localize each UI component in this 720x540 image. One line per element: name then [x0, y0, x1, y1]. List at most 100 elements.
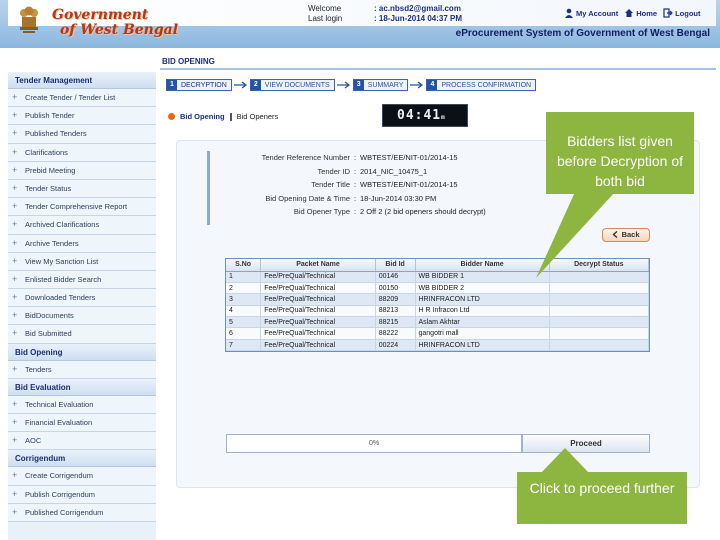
- table-row: 2 Fee/PreQual/Technical 00150 WB BIDDER 2: [226, 282, 649, 295]
- plus-icon: +: [12, 146, 18, 157]
- logo-text[interactable]: Government of West Bengal: [52, 8, 178, 38]
- logout-link[interactable]: Logout: [663, 8, 700, 18]
- welcome-label: Welcome: [308, 4, 342, 13]
- table-cell: 00146: [375, 271, 416, 283]
- proceed-button[interactable]: Proceed: [522, 434, 650, 453]
- sidebar-item[interactable]: + Financial Evaluation: [8, 414, 156, 433]
- sidebar-item[interactable]: + AOC: [8, 432, 156, 451]
- top-links: My Account Home Logout: [564, 8, 700, 18]
- sidebar-item-label: Downloaded Tenders: [25, 293, 96, 303]
- breadcrumb-separator: [229, 112, 232, 121]
- breadcrumb-next[interactable]: Bid Openers: [237, 112, 279, 121]
- table-cell: [549, 316, 649, 329]
- countdown-timer: 04:41m: [382, 104, 468, 127]
- info-row: Tender Title: WBTEST/EE/NIT-01/2014-15: [210, 178, 544, 192]
- plus-icon: +: [12, 470, 18, 481]
- table-cell: gangotri mall: [415, 327, 550, 340]
- info-label: Bid Opening Date & Time: [265, 193, 350, 203]
- home-link[interactable]: Home: [624, 8, 657, 18]
- table-row: 6 Fee/PreQual/Technical 88222 gangotri mall: [226, 327, 649, 340]
- table-cell: 88209: [375, 293, 416, 306]
- sidebar-item-label: Published Corrigendum: [25, 507, 104, 517]
- table-cell: HRINFRACON LTD: [415, 293, 550, 306]
- table-cell: 2: [226, 282, 262, 295]
- sidebar-item-label: Enlisted Bidder Search: [25, 274, 102, 284]
- info-label: Bid Opener Type: [293, 207, 350, 216]
- column-header: Bidder Name: [415, 259, 550, 272]
- sidebar-item[interactable]: + Archived Clarifications: [8, 216, 156, 235]
- step-label: VIEW DOCUMENTS: [264, 81, 330, 89]
- table-cell: [549, 271, 649, 283]
- table-body: 1 Fee/PreQual/Technical 00146 WB BIDDER 12F…: [226, 271, 649, 351]
- sidebar-item-label: Tenders: [25, 364, 52, 374]
- sidebar-item[interactable]: + Enlisted Bidder Search: [8, 270, 156, 290]
- callout-proceed-note: Click to proceed further: [517, 472, 687, 524]
- wizard-step[interactable]: 2 VIEW DOCUMENTS: [249, 79, 335, 91]
- last-login-label: Last login: [308, 14, 343, 23]
- step-number: 4: [427, 80, 438, 90]
- plus-icon: +: [12, 219, 18, 230]
- sidebar-item[interactable]: + Tender Status: [8, 179, 156, 199]
- table-cell: 6: [226, 327, 262, 340]
- sidebar-item[interactable]: + Prebid Meeting: [8, 161, 156, 180]
- sidebar-item[interactable]: + Publish Corrigendum: [8, 485, 156, 504]
- sidebar-item[interactable]: + Tenders: [8, 360, 156, 379]
- table-cell: 4: [226, 305, 262, 318]
- my-account-label: My Account: [576, 8, 619, 18]
- sidebar-item[interactable]: + Technical Evaluation: [8, 395, 156, 414]
- plus-icon: +: [12, 328, 18, 339]
- logout-label: Logout: [675, 8, 701, 18]
- table-cell: [549, 339, 649, 351]
- table-cell: Fee/PreQual/Technical: [260, 327, 376, 340]
- timer-value: 04:41: [397, 108, 442, 123]
- wizard-step[interactable]: 4 PROCESS CONFIRMATION: [426, 79, 537, 91]
- sidebar-item-label: Technical Evaluation: [25, 399, 94, 409]
- sidebar-item[interactable]: + Bid Submitted: [8, 325, 156, 344]
- my-account-link[interactable]: My Account: [564, 8, 618, 18]
- callout-bidders-note: Bidders list given before Decryption of …: [546, 112, 694, 194]
- info-label: Tender Reference Number: [261, 153, 350, 162]
- wizard-step[interactable]: 1 DECRYPTION: [166, 79, 232, 91]
- sidebar-item[interactable]: + View My Sanction List: [8, 252, 156, 271]
- sidebar-item[interactable]: + Downloaded Tenders: [8, 289, 156, 308]
- info-row: Tender ID:2014_NIC_10475_1: [210, 165, 544, 179]
- table-cell: WB BIDDER 1: [415, 271, 550, 283]
- table-cell: Fee/PreQual/Technical: [260, 305, 376, 318]
- page-title: BID OPENING: [160, 54, 716, 70]
- sidebar-item[interactable]: + Published Corrigendum: [8, 503, 156, 522]
- table-row: 5 Fee/PreQual/Technical 88215 Aslam Akhtar: [226, 316, 649, 329]
- sidebar-item[interactable]: + BidDocuments: [8, 307, 156, 326]
- sidebar-item[interactable]: + Archive Tenders: [8, 234, 156, 253]
- table-cell: [549, 293, 649, 306]
- table-cell: Aslam Akhtar: [415, 316, 550, 329]
- sidebar-item-label: Financial Evaluation: [25, 418, 93, 427]
- info-value: 2014_NIC_10475_1: [360, 166, 428, 176]
- progress-text: 0%: [368, 440, 380, 447]
- breadcrumb-current[interactable]: Bid Opening: [180, 112, 225, 121]
- info-colon: :: [353, 153, 357, 162]
- sidebar-item[interactable]: + Clarifications: [8, 143, 156, 162]
- user-info: Welcome: ac.nbsd2@gmail.com Last login: …: [308, 4, 462, 24]
- plus-icon: +: [12, 92, 18, 102]
- table-row: 1 Fee/PreQual/Technical 00146 WB BIDDER 1: [226, 271, 649, 283]
- step-label: DECRYPTION: [181, 81, 227, 89]
- table-cell: Fee/PreQual/Technical: [260, 316, 376, 329]
- plus-icon: +: [12, 255, 18, 266]
- info-label: Tender Title: [311, 180, 350, 189]
- info-value: WBTEST/EE/NIT-01/2014-15: [360, 153, 458, 162]
- sidebar-item-label: Bid Submitted: [25, 329, 72, 339]
- plus-icon: +: [12, 201, 18, 212]
- sidebar-item[interactable]: + Create Tender / Tender List: [8, 89, 156, 108]
- logout-icon: [663, 8, 673, 18]
- sidebar-item[interactable]: + Create Corrigendum: [8, 467, 156, 486]
- back-button[interactable]: Back: [602, 228, 650, 242]
- sidebar-item-label: Archived Clarifications: [25, 220, 100, 230]
- table-row: 7 Fee/PreQual/Technical 00224 HRINFRACON LT…: [226, 339, 649, 351]
- sidebar-item[interactable]: + Published Tenders: [8, 125, 156, 144]
- wizard-step[interactable]: 3 SUMMARY: [352, 79, 409, 91]
- table-cell: WB BIDDER 2: [415, 282, 550, 295]
- page: Government of West Bengal Welcome: ac.nb…: [0, 0, 720, 540]
- sidebar-item[interactable]: + Publish Tender: [8, 107, 156, 126]
- info-colon: :: [353, 193, 357, 203]
- sidebar-item[interactable]: + Tender Comprehensive Report: [8, 198, 156, 217]
